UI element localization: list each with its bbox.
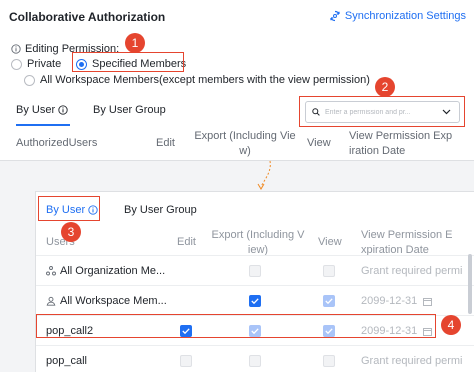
view-checkbox[interactable] [323, 265, 335, 277]
radio-private-circle[interactable] [11, 58, 22, 70]
tab-by-user-group[interactable]: By User Group [124, 204, 197, 216]
connector-arrow [257, 160, 271, 190]
expiration-text: Grant required permi [361, 265, 463, 277]
row-user-name: pop_call [46, 355, 87, 367]
radio-all-workspace-members[interactable]: All Workspace Members(except members wit… [24, 74, 370, 86]
col-export: Export (Including Vie w) [193, 129, 297, 159]
sync-link-label: Synchronization Settings [344, 10, 466, 22]
checkmark-icon [325, 298, 333, 304]
row-user: All Organization Me... [46, 256, 165, 286]
view-checkbox[interactable] [323, 355, 335, 367]
tab-by-user-group-label: By User Group [124, 204, 197, 216]
expiration-value: Grant required permi [361, 256, 463, 286]
col-authorized-users: AuthorizedUsers [16, 137, 98, 149]
tab-by-user-top-label: By User [16, 104, 56, 116]
row-user: All Workspace Mem... [46, 286, 167, 316]
export-checkbox[interactable] [249, 355, 261, 367]
tab-by-user-group-top-label: By User Group [93, 104, 166, 116]
col-edit: Edit [156, 137, 175, 149]
info-icon [11, 44, 21, 54]
table-row[interactable]: All Organization Me... Grant required pe… [36, 255, 474, 285]
organization-icon [46, 266, 56, 276]
scrollbar-thumb[interactable] [468, 254, 472, 314]
view-checkbox[interactable] [323, 295, 335, 307]
radio-private-label: Private [27, 58, 62, 70]
col-expiration-line1: View Permission E [361, 229, 453, 241]
col-export-line1: Export (Including Vie [194, 130, 296, 142]
col-view: View [307, 137, 331, 149]
radio-private[interactable]: Private [11, 58, 61, 70]
annotation-box-1 [72, 52, 184, 72]
annotation-box-2 [299, 96, 465, 127]
col-edit: Edit [177, 236, 196, 248]
col-export-line2: w) [239, 145, 251, 157]
col-export: Export (Including V iew) [208, 228, 308, 258]
tab-active-indicator [16, 124, 70, 126]
export-checkbox[interactable] [249, 265, 261, 277]
badge-4: 4 [441, 315, 461, 335]
table-row[interactable]: All Workspace Mem... 2099-12-31 [36, 285, 474, 315]
edit-checkbox[interactable] [180, 355, 192, 367]
col-expiration-line1: View Permission Exp [349, 130, 453, 142]
annotation-box-4 [36, 314, 436, 338]
col-export-line1: Export (Including V [211, 229, 305, 241]
radio-all-label: All Workspace Members(except members wit… [40, 74, 370, 86]
expiration-value[interactable]: 2099-12-31 [361, 286, 433, 316]
expiration-value: Grant required permi [361, 346, 463, 372]
workspace-icon [46, 296, 56, 306]
panel-title: Collaborative Authorization [9, 10, 166, 24]
checkmark-icon [251, 298, 259, 304]
badge-2: 2 [375, 77, 395, 97]
info-icon [58, 105, 68, 115]
synchronization-settings-link[interactable]: Synchronization Settings [329, 10, 466, 22]
badge-1: 1 [125, 33, 145, 53]
row-user-name: All Organization Me... [60, 265, 166, 277]
col-view: View [318, 236, 342, 248]
sync-icon [330, 10, 340, 22]
col-expiration-line2: iration Date [349, 145, 406, 157]
col-expiration: View Permission Exp iration Date [349, 129, 452, 159]
radio-all-circle[interactable] [24, 74, 35, 86]
expiration-text: Grant required permi [361, 355, 463, 367]
table-row[interactable]: pop_call Grant required permi [36, 345, 474, 372]
annotation-box-3 [38, 196, 100, 221]
row-user: pop_call [46, 346, 87, 372]
collaborative-authorization-panel: Collaborative Authorization Synchronizat… [0, 0, 474, 161]
permission-table-panel: By User By User Group Users Edit Export … [35, 191, 474, 372]
col-expiration: View Permission E xpiration Date [361, 228, 453, 258]
row-user-name: All Workspace Mem... [60, 295, 167, 307]
badge-3: 3 [61, 222, 81, 242]
tab-by-user-group-top[interactable]: By User Group [93, 104, 166, 116]
export-checkbox[interactable] [249, 295, 261, 307]
expiration-text: 2099-12-31 [361, 295, 418, 307]
tab-by-user-top[interactable]: By User [16, 104, 68, 116]
calendar-icon[interactable] [423, 297, 433, 306]
